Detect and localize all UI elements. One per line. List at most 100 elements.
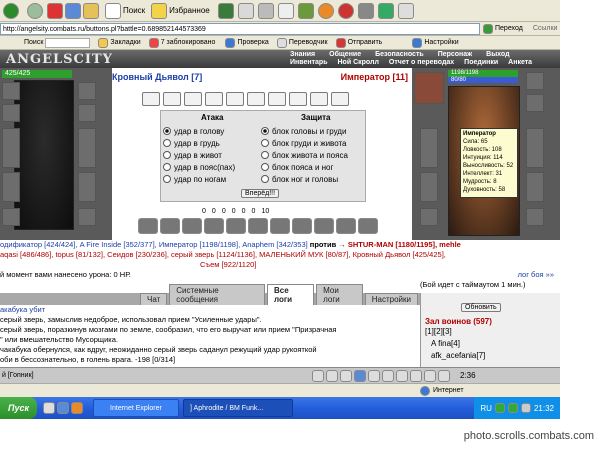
tray-icon[interactable]	[507, 403, 518, 413]
attack-radio[interactable]	[163, 139, 171, 147]
search-icon[interactable]	[105, 2, 121, 19]
print-icon[interactable]	[257, 2, 274, 19]
right-slot-boots[interactable]	[526, 208, 544, 226]
block-option[interactable]: блок ног и головы	[261, 173, 348, 185]
right-fighter-name[interactable]: Император [11]	[341, 72, 408, 82]
send-button[interactable]: Отправить	[348, 39, 383, 46]
search-box[interactable]	[45, 37, 91, 48]
right-slot-belt[interactable]	[420, 208, 438, 226]
skill-icon[interactable]	[292, 218, 312, 234]
taskbar-item-active[interactable]: ] Aphrodite / BM Funk...	[183, 399, 294, 417]
go-icon[interactable]	[483, 23, 493, 34]
teams-line-3[interactable]: Съем [922/1120]	[0, 260, 560, 270]
attack-radio[interactable]	[163, 127, 171, 135]
refresh-button[interactable]: Обновить	[461, 303, 501, 312]
right-slot-ring[interactable]	[526, 94, 544, 112]
right-slot-avatar[interactable]	[414, 72, 444, 104]
forward-icon[interactable]	[27, 2, 43, 19]
chat-tool-icon[interactable]	[312, 369, 324, 382]
link-profile[interactable]: Анкета	[508, 59, 532, 66]
team-left-list[interactable]: одификатор [424/424], A Fire Inside [352…	[0, 240, 308, 249]
block-option[interactable]: блок груди и живота	[261, 137, 348, 149]
popup-blocker-icon[interactable]	[148, 37, 159, 48]
tray-icon[interactable]	[520, 403, 531, 413]
log-link[interactable]: лог боя »»	[518, 270, 554, 280]
language-indicator[interactable]: RU	[480, 404, 492, 413]
link-transfers[interactable]: Отчет о переводах	[389, 59, 454, 66]
skill-icon[interactable]	[270, 218, 290, 234]
quicklaunch-icon[interactable]	[43, 402, 56, 414]
left-slot-amulet[interactable]	[2, 104, 20, 122]
hall-pages[interactable]: [1][2][3]	[425, 327, 452, 336]
block-radio[interactable]	[261, 151, 269, 159]
tab-chat[interactable]: Чат	[140, 293, 168, 305]
search-menu[interactable]: Поиск	[123, 6, 145, 15]
attack-option[interactable]: удар в голову	[163, 125, 235, 137]
settings-button[interactable]: Настройки	[424, 39, 458, 46]
chat-tool-icon[interactable]	[410, 369, 422, 382]
chat-input[interactable]: й [Гопник]	[2, 372, 282, 379]
search-box-label[interactable]: Поиск	[24, 39, 43, 46]
tab-my-logs[interactable]: Мои логи	[316, 284, 363, 305]
skill-icon[interactable]	[204, 218, 224, 234]
attack-option[interactable]: удар по ногам	[163, 173, 235, 185]
left-slot-armor[interactable]	[2, 172, 20, 202]
skill-icon[interactable]	[138, 218, 158, 234]
skill-icon[interactable]	[314, 218, 334, 234]
block-radio[interactable]	[261, 127, 269, 135]
attack-option[interactable]: удар в грудь	[163, 137, 235, 149]
attack-radio[interactable]	[163, 175, 171, 183]
forward-button[interactable]: Вперёд!!!	[241, 189, 280, 198]
right-slot-helmet[interactable]	[526, 72, 544, 90]
skill-icon[interactable]	[358, 218, 378, 234]
check-icon[interactable]	[225, 37, 236, 48]
right-slot-legs[interactable]	[526, 172, 544, 202]
left-fighter-name[interactable]: Кровный Дьявол [7]	[112, 72, 202, 82]
check-button[interactable]: Проверка	[237, 39, 268, 46]
left-slot-helmet[interactable]	[2, 82, 20, 100]
tray-icon[interactable]	[494, 403, 505, 413]
team-right-list[interactable]: → SHTUR-MAN [1180/1195], mehle	[338, 240, 461, 249]
translate-icon[interactable]	[276, 37, 287, 48]
left-slot-shield[interactable]	[78, 128, 96, 168]
chat-tool-icon[interactable]	[396, 369, 408, 382]
quicklaunch-icon[interactable]	[71, 402, 84, 414]
right-slot-weapon[interactable]	[420, 128, 438, 168]
home-icon[interactable]	[83, 2, 99, 19]
block-radio[interactable]	[261, 139, 269, 147]
tab-settings[interactable]: Настройки	[364, 293, 418, 305]
link-knowledge[interactable]: Знания	[290, 51, 315, 58]
right-slot-armor[interactable]	[420, 172, 438, 202]
extra-icon-1[interactable]	[317, 2, 334, 19]
skill-icon[interactable]	[336, 218, 356, 234]
left-slot-weapon[interactable]	[2, 128, 20, 168]
mail-icon[interactable]	[237, 2, 254, 19]
link-security[interactable]: Безопасность	[375, 51, 424, 58]
right-slot-shield[interactable]	[526, 128, 544, 168]
left-slot-legs[interactable]	[78, 172, 96, 202]
left-slot-belt[interactable]	[2, 208, 20, 226]
block-option[interactable]: блок пояса и ног	[261, 161, 348, 173]
extra-icon-5[interactable]	[397, 2, 414, 19]
left-slot-boots[interactable]	[78, 208, 96, 226]
address-input[interactable]: http://angelsity.combats.ru/buttons.pl?b…	[0, 22, 480, 35]
attack-radio[interactable]	[163, 163, 171, 171]
refresh-icon[interactable]	[65, 2, 81, 19]
start-button[interactable]: Пуск	[0, 397, 38, 419]
block-option[interactable]: блок живота и пояса	[261, 149, 348, 161]
block-option[interactable]: блок головы и груди	[261, 125, 348, 137]
dropdown-icon[interactable]	[19, 3, 25, 19]
chat-tool-icon[interactable]	[340, 369, 352, 382]
chat-tool-icon[interactable]	[368, 369, 380, 382]
skill-icon[interactable]	[160, 218, 180, 234]
user-item[interactable]: afk_acefania[7]	[431, 351, 485, 360]
chat-tool-icon[interactable]	[354, 369, 366, 382]
send-icon[interactable]	[335, 37, 346, 48]
link-duels[interactable]: Поединки	[464, 59, 498, 66]
blocked-count[interactable]: 7 заблокировано	[161, 39, 216, 46]
settings-icon[interactable]	[412, 37, 423, 48]
attack-radio[interactable]	[163, 151, 171, 159]
tab-all-logs[interactable]: Все логи	[266, 284, 315, 305]
left-slot-gloves[interactable]	[78, 104, 96, 122]
edit-icon[interactable]	[277, 2, 294, 19]
